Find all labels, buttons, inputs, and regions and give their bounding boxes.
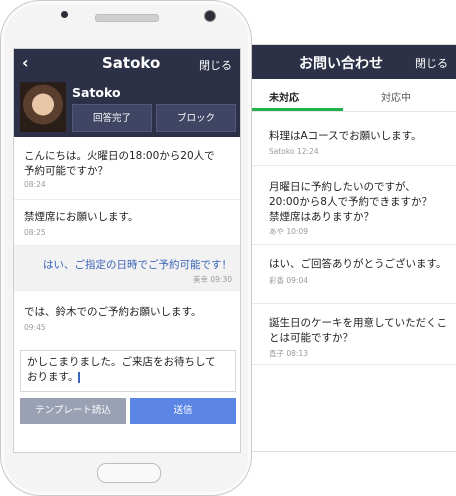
list-item-time: 08:13 <box>286 349 309 358</box>
inquiry-list-panel: お問い合わせ 閉じる 未対応 対応中 料理はAコースでお願いします。 Satok… <box>228 44 456 452</box>
message-item: 禁煙席にお願いします。 08:25 <box>14 200 240 246</box>
message-time: 08:25 <box>24 228 46 237</box>
load-template-button[interactable]: テンプレート読込 <box>20 398 126 424</box>
text-caret <box>78 371 81 383</box>
reply-message-item: はい、ご指定の日時でご予約可能です！ 美幸 09:30 <box>14 246 240 291</box>
speaker-grille <box>95 14 159 22</box>
message-time: 08:24 <box>24 180 46 189</box>
message-text: では、鈴木でのご予約お願いします。 <box>24 306 202 318</box>
answer-complete-button[interactable]: 回答完了 <box>72 104 152 132</box>
chat-screen: ‹ Satoko 閉じる Satoko 回答完了 ブロック こんにちは。火曜日の… <box>13 48 241 453</box>
reply-meta: 美幸 09:30 <box>193 274 232 285</box>
list-item-meta: 直子 08:13 <box>269 348 308 359</box>
list-item-meta: Satoko 12:24 <box>269 147 319 156</box>
avatar <box>20 82 66 132</box>
tab-unhandled[interactable]: 未対応 <box>269 89 299 104</box>
list-item-time: 10:09 <box>286 227 309 236</box>
list-item[interactable]: 月曜日に予約したいのですが、 20:00から8人で予約できますか？ 禁煙席はあり… <box>229 166 456 245</box>
list-item-text: 料理はAコースでお願いします。 <box>269 130 422 142</box>
message-item: こんにちは。火曜日の18:00から20人で 予約可能ですか？ 08:24 <box>14 137 240 200</box>
inquiry-title: お問い合わせ <box>299 56 383 72</box>
front-sensor <box>61 11 68 18</box>
profile-name: Satoko <box>72 85 121 100</box>
list-item[interactable]: 誕生日のケーキを用意していただくこ とは可能ですか？ 直子 08:13 <box>229 304 456 365</box>
message-text: 禁煙席にお願いします。 <box>24 211 139 223</box>
list-item-sender: 彩香 <box>269 276 284 285</box>
list-item-text: 誕生日のケーキを用意していただくこ とは可能ですか？ <box>269 317 448 344</box>
list-item-time: 12:24 <box>296 147 319 156</box>
inquiry-header: お問い合わせ 閉じる <box>229 45 456 79</box>
chat-header: ‹ Satoko 閉じる <box>14 49 240 77</box>
message-item: では、鈴木でのご予約お願いします。 09:45 <box>14 291 240 345</box>
chat-close-button[interactable]: 閉じる <box>199 57 232 73</box>
list-item-meta: 彩香 09:04 <box>269 275 308 286</box>
list-item-sender: あや <box>269 227 284 236</box>
chat-title: Satoko <box>102 54 161 72</box>
list-item-meta: あや 10:09 <box>269 226 308 237</box>
reply-input-value: かしこまりました。ご来店をお待ちして おります。 <box>27 356 216 383</box>
block-button[interactable]: ブロック <box>156 104 236 132</box>
list-item-sender: 直子 <box>269 349 284 358</box>
send-button[interactable]: 送信 <box>130 398 236 424</box>
list-item[interactable]: 料理はAコースでお願いします。 Satoko 12:24 <box>229 111 456 166</box>
list-item-sender: Satoko <box>269 147 295 156</box>
reply-input-text: かしこまりました。ご来店をお待ちして おります。 <box>27 355 229 385</box>
tab-in-progress[interactable]: 対応中 <box>381 89 411 104</box>
back-arrow-icon[interactable]: ‹ <box>22 53 29 72</box>
reply-text: はい、ご指定の日時でご予約可能です！ <box>43 259 232 271</box>
reply-sender: 美幸 <box>192 275 208 284</box>
front-camera <box>204 10 216 22</box>
message-text: こんにちは。火曜日の18:00から20人で 予約可能ですか？ <box>24 150 215 177</box>
reply-input[interactable]: かしこまりました。ご来店をお待ちして おります。 <box>20 350 236 392</box>
reply-time: 09:30 <box>210 275 232 284</box>
list-item-text: 月曜日に予約したいのですが、 20:00から8人で予約できますか？ 禁煙席はあり… <box>269 181 432 223</box>
inquiry-close-button[interactable]: 閉じる <box>415 55 448 71</box>
message-time: 09:45 <box>24 323 46 332</box>
home-button[interactable] <box>97 463 161 483</box>
phone-frame: ‹ Satoko 閉じる Satoko 回答完了 ブロック こんにちは。火曜日の… <box>0 0 252 496</box>
list-item-time: 09:04 <box>286 276 309 285</box>
list-item-text: はい、ご回答ありがとうございます。 <box>269 258 447 270</box>
list-item[interactable]: はい、ご回答ありがとうございます。 彩香 09:04 <box>229 245 456 304</box>
profile-bar: Satoko 回答完了 ブロック <box>14 77 240 137</box>
